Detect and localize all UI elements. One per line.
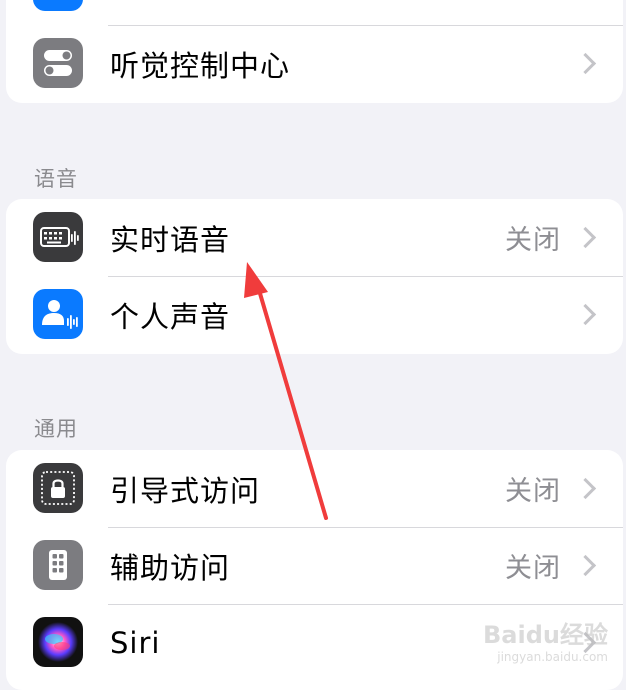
watermark: Baidu经验 jingyan.baidu.com (483, 615, 608, 664)
watermark-url: jingyan.baidu.com (497, 650, 608, 664)
annotation-arrow (244, 262, 328, 520)
watermark-brand: Baidu经验 (483, 621, 608, 649)
